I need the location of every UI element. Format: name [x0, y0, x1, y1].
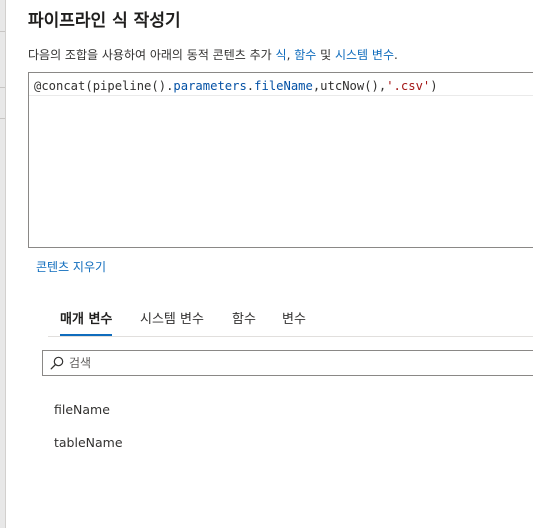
code-token: '.csv': [386, 79, 431, 93]
left-gutter: [0, 0, 6, 528]
panel-title: 파이프라인 식 작성기: [28, 11, 181, 31]
clear-content-link[interactable]: 콘텐츠 지우기: [36, 258, 106, 275]
description-separator: 및: [316, 48, 335, 62]
expression-code[interactable]: @concat(pipeline().parameters.fileName,u…: [34, 78, 438, 94]
panel-description: 다음의 조합을 사용하여 아래의 동적 콘텐츠 추가 식, 함수 및 시스템 변…: [28, 46, 398, 63]
tab-system-variables[interactable]: 시스템 변수: [140, 308, 204, 336]
tab-label: 변수: [282, 312, 306, 327]
tab-label: 시스템 변수: [140, 312, 204, 327]
code-token: fileName: [254, 79, 313, 93]
tabs-divider: [48, 336, 533, 337]
tab-variables[interactable]: 변수: [282, 308, 306, 336]
description-suffix: .: [393, 48, 398, 62]
gutter-divider: [0, 118, 5, 119]
search-box[interactable]: [42, 350, 533, 376]
gutter-divider: [0, 31, 5, 32]
tab-functions[interactable]: 함수: [232, 308, 256, 336]
list-item-filename[interactable]: fileName: [54, 402, 110, 417]
code-token: parameters: [173, 79, 247, 93]
description-prefix: 다음의 조합을 사용하여 아래의 동적 콘텐츠 추가: [28, 48, 276, 62]
expressions-link[interactable]: 식: [276, 48, 287, 62]
tab-label: 매개 변수: [60, 312, 113, 327]
code-token: ): [430, 79, 438, 93]
search-icon: [50, 356, 64, 370]
tab-bar: 매개 변수 시스템 변수 함수 변수: [48, 308, 533, 336]
expression-editor[interactable]: @concat(pipeline().parameters.fileName,u…: [28, 72, 533, 248]
code-token: @concat(pipeline().: [34, 79, 174, 93]
system-variables-link[interactable]: 시스템 변수: [335, 48, 394, 62]
list-item-tablename[interactable]: tableName: [54, 435, 123, 450]
gutter-divider: [0, 87, 5, 88]
tab-parameters[interactable]: 매개 변수: [60, 308, 113, 336]
code-token: ,utcNow(),: [312, 79, 387, 93]
tab-label: 함수: [232, 312, 256, 327]
search-input[interactable]: [69, 353, 529, 373]
functions-link[interactable]: 함수: [294, 48, 316, 62]
